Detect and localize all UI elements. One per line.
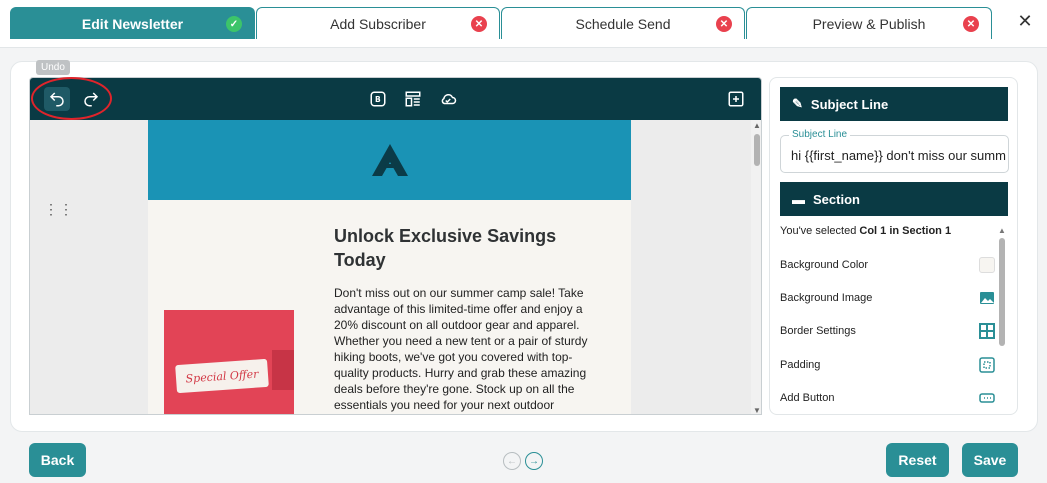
check-icon: ✓ xyxy=(226,16,242,32)
padding-icon[interactable] xyxy=(979,357,995,373)
setting-background-color[interactable]: Background Color xyxy=(780,255,995,275)
setting-add-button[interactable]: Add Button xyxy=(780,388,995,408)
scroll-down-icon[interactable]: ▼ xyxy=(753,406,761,414)
error-icon: ✕ xyxy=(963,16,979,32)
subject-line-input[interactable]: hi {{first_name}} don't miss our summer … xyxy=(791,148,1006,163)
button-icon[interactable] xyxy=(979,390,995,406)
brand-button[interactable]: B xyxy=(365,87,391,111)
scroll-up-icon[interactable]: ▲ xyxy=(753,121,761,130)
panel-scrollbar[interactable]: ▲ xyxy=(997,226,1007,414)
setting-label: Background Color xyxy=(780,259,869,271)
scrollbar-thumb[interactable] xyxy=(999,238,1005,346)
pencil-icon: ✎ xyxy=(792,96,803,111)
email-section[interactable]: Unlock Exclusive Savings Today Don't mis… xyxy=(148,200,631,414)
svg-text:B: B xyxy=(375,95,381,104)
setting-label: Add Button xyxy=(780,392,835,404)
selection-prefix: You've selected xyxy=(780,225,860,237)
cloud-save-button[interactable] xyxy=(435,87,461,111)
scrollbar-thumb[interactable] xyxy=(754,134,760,166)
setting-padding[interactable]: Padding xyxy=(780,355,995,375)
email-canvas: ⋮⋮ Unlock Exclusive Savings Today Don't … xyxy=(30,120,751,414)
subject-legend: Subject Line xyxy=(789,129,851,140)
setting-label: Padding xyxy=(780,359,821,371)
add-block-button[interactable] xyxy=(723,87,749,111)
tab-label: Edit Newsletter xyxy=(81,15,184,32)
selection-info: You've selected Col 1 in Section 1 xyxy=(780,225,951,237)
step-pager: ← → xyxy=(503,452,543,470)
email-header[interactable] xyxy=(148,120,631,200)
setting-border[interactable]: Border Settings xyxy=(780,321,995,341)
editor-scrollbar[interactable]: ▲ ▼ xyxy=(751,120,761,414)
error-icon: ✕ xyxy=(471,16,487,32)
selection-target: Col 1 in Section 1 xyxy=(859,225,952,237)
highlight-annotation xyxy=(31,77,112,120)
tab-preview-publish[interactable]: Preview & Publish ✕ xyxy=(746,7,992,39)
subject-line-header: ✎ Subject Line xyxy=(780,87,1008,121)
tab-add-subscriber[interactable]: Add Subscriber ✕ xyxy=(256,7,500,39)
drag-handle-icon[interactable]: ⋮⋮ xyxy=(44,202,74,216)
logo xyxy=(372,144,408,176)
box-shape xyxy=(272,350,294,390)
tab-label: Schedule Send xyxy=(575,15,671,32)
email-headline[interactable]: Unlock Exclusive Savings Today xyxy=(334,224,604,272)
subject-line-field[interactable]: Subject Line hi {{first_name}} don't mis… xyxy=(780,129,1009,173)
cloud-icon xyxy=(441,93,457,105)
next-step-icon[interactable]: → xyxy=(525,452,543,470)
tab-edit-newsletter[interactable]: Edit Newsletter ✓ xyxy=(10,7,255,39)
back-button[interactable]: Back xyxy=(29,443,86,477)
subject-header-label: Subject Line xyxy=(810,96,889,112)
email-editor: B ⋮⋮ Unlock Exclusive Savings Today Don'… xyxy=(29,77,762,415)
editor-toolbar: B xyxy=(30,78,761,120)
section-icon: ▬ xyxy=(792,191,805,207)
section-header: ▬ Section xyxy=(780,182,1008,216)
setting-label: Border Settings xyxy=(780,325,856,337)
previous-step-icon[interactable]: ← xyxy=(503,452,521,470)
layout-button[interactable] xyxy=(400,87,426,111)
reset-button[interactable]: Reset xyxy=(886,443,949,477)
image-icon[interactable] xyxy=(979,290,995,306)
section-header-label: Section xyxy=(813,191,860,207)
color-swatch-icon[interactable] xyxy=(979,257,995,273)
offer-tag-text: Special Offer xyxy=(175,358,269,394)
add-block-icon xyxy=(728,91,744,107)
step-tabs: Edit Newsletter ✓ Add Subscriber ✕ Sched… xyxy=(0,0,1047,48)
save-button[interactable]: Save xyxy=(962,443,1018,477)
error-icon: ✕ xyxy=(716,16,732,32)
settings-panel: ✎ Subject Line Subject Line hi {{first_n… xyxy=(769,77,1018,415)
setting-background-image[interactable]: Background Image xyxy=(780,288,995,308)
undo-tooltip: Undo xyxy=(36,60,70,75)
brand-icon: B xyxy=(370,91,386,107)
layout-icon xyxy=(405,91,421,107)
tab-label: Preview & Publish xyxy=(812,15,926,32)
scroll-up-icon[interactable]: ▲ xyxy=(998,226,1006,235)
special-offer-image[interactable]: Special Offer xyxy=(164,310,294,414)
tab-label: Add Subscriber xyxy=(330,15,426,32)
email-body-text[interactable]: Don't miss out on our summer camp sale! … xyxy=(334,285,599,413)
close-icon[interactable]: ✕ xyxy=(1014,10,1036,32)
tab-schedule-send[interactable]: Schedule Send ✕ xyxy=(501,7,745,39)
setting-label: Background Image xyxy=(780,292,873,304)
border-icon[interactable] xyxy=(979,323,995,339)
